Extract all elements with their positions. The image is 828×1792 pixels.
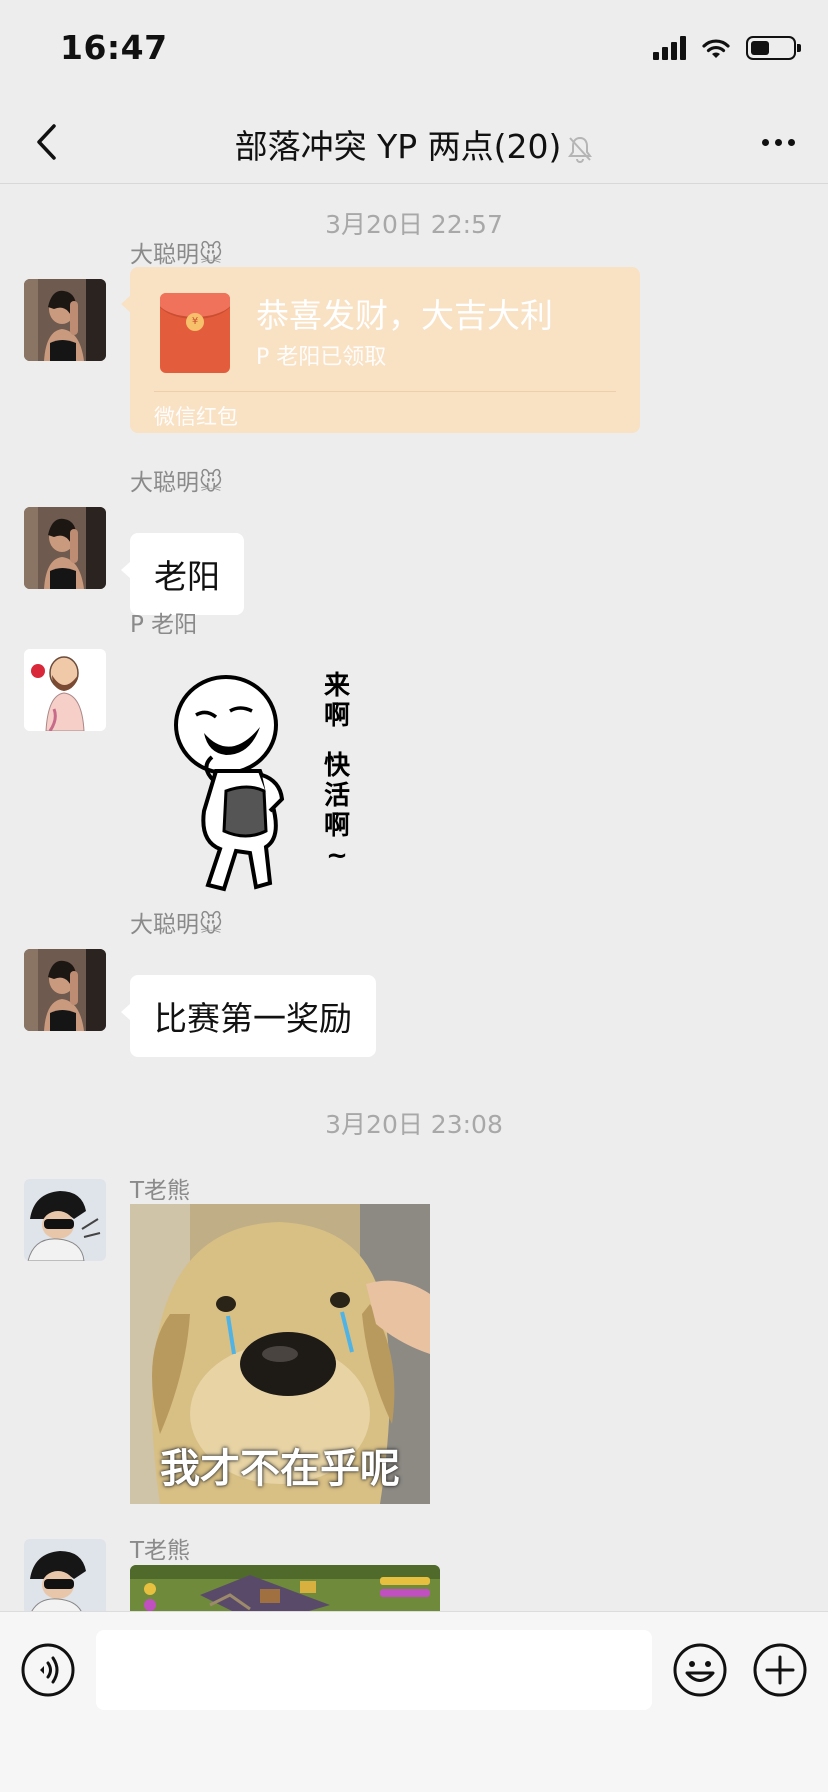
red-packet-divider: [154, 391, 616, 392]
emoji-button[interactable]: [672, 1642, 728, 1698]
avatar-dacongming[interactable]: [24, 949, 106, 1031]
sticker-caption-1: 来啊: [323, 671, 350, 731]
avatar-dacongming[interactable]: [24, 507, 106, 589]
voice-icon: [21, 1643, 75, 1697]
message-bubble[interactable]: 比赛第一奖励: [121, 975, 376, 1057]
more-dot-icon: [787, 138, 795, 146]
nav-bar: 部落冲突 YP 两点(20): [0, 100, 828, 184]
message-timestamp: 3月20日 23:08: [325, 1110, 503, 1139]
sender-name: T老熊: [130, 1178, 191, 1204]
avatar-p-laoyang[interactable]: [24, 649, 106, 731]
more-button[interactable]: [750, 118, 806, 166]
status-time: 16:47: [60, 28, 168, 67]
chat-title-text: 部落冲突 YP 两点(20): [234, 127, 562, 166]
chat-title: 部落冲突 YP 两点(20): [0, 120, 828, 168]
red-packet-footer: 微信红包: [154, 405, 238, 429]
sticker-caption-2: 快活啊~: [323, 751, 350, 871]
sender-name: P 老阳: [130, 612, 198, 638]
chat-messages[interactable]: 3月20日 22:57 大聪明🐭 ¥ 恭喜发财，大吉大利 P 老阳已领取 微信红…: [0, 185, 828, 1611]
red-envelope-icon: ¥: [160, 293, 230, 373]
status-icons: [653, 36, 801, 60]
plus-icon: [753, 1643, 807, 1697]
red-packet-card[interactable]: ¥ 恭喜发财，大吉大利 P 老阳已领取 微信红包: [121, 267, 640, 433]
input-bar: [0, 1611, 828, 1792]
more-dot-icon: [761, 138, 769, 146]
sender-name: T老熊: [130, 1538, 191, 1564]
status-bar: 16:47: [0, 0, 828, 100]
sender-name: 大聪明🐭: [130, 242, 223, 268]
sender-name: 大聪明🐭: [130, 912, 223, 938]
sticker-crying-dog[interactable]: 我才不在乎呢: [130, 1204, 430, 1504]
red-packet-status: P 老阳已领取: [256, 345, 387, 370]
signal-icon: [653, 36, 686, 60]
sticker-caption: 我才不在乎呢: [160, 1446, 400, 1492]
more-dot-icon: [774, 138, 782, 146]
mute-bell-icon: [568, 136, 593, 163]
emoji-icon: [673, 1643, 727, 1697]
sticker-dancing-man[interactable]: 来啊 快活啊~: [160, 671, 360, 901]
game-screenshot-image[interactable]: [130, 1565, 440, 1611]
wifi-icon: [702, 39, 730, 58]
message-input[interactable]: [96, 1630, 652, 1710]
voice-button[interactable]: [20, 1642, 76, 1698]
avatar-t-laoxiong[interactable]: [24, 1179, 106, 1261]
message-timestamp: 3月20日 22:57: [325, 210, 503, 239]
more-functions-button[interactable]: [752, 1642, 808, 1698]
sender-name: 大聪明🐭: [130, 470, 223, 496]
avatar-t-laoxiong[interactable]: [24, 1539, 106, 1611]
red-packet-title: 恭喜发财，大吉大利: [256, 296, 553, 335]
battery-icon: [746, 36, 801, 60]
message-bubble[interactable]: 老阳: [121, 533, 244, 615]
avatar-dacongming[interactable]: [24, 279, 106, 361]
